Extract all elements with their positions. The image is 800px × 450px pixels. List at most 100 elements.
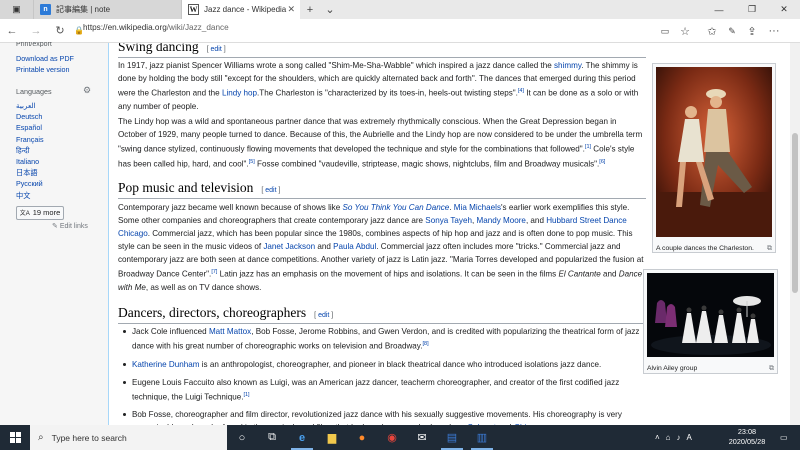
address-bar[interactable]: https://en.wikipedia.org/wiki/Jazz_dance <box>83 23 229 32</box>
gear-icon[interactable]: ⚙ <box>83 85 91 96</box>
lang-link-hindi[interactable]: हिन्दी <box>16 145 108 156</box>
mail-icon[interactable]: ✉ <box>407 425 437 450</box>
article-link[interactable]: Mandy Moore <box>476 216 525 225</box>
url-path: /wiki/Jazz_dance <box>166 23 229 32</box>
taskbar-search-box[interactable]: ⌕ Type here to search <box>30 425 227 450</box>
taskbar-clock[interactable]: 23:08 2020/05/28 <box>723 427 771 447</box>
citation-link[interactable]: [8] <box>423 341 429 347</box>
lang-link-chinese[interactable]: 中文 <box>16 190 108 201</box>
lang-link-arabic[interactable]: العربية <box>16 100 108 111</box>
edge-icon[interactable]: e <box>287 425 317 450</box>
vertical-scrollbar[interactable] <box>790 43 800 425</box>
list-item: Eugene Louis Faccuito also known as Luig… <box>118 376 646 404</box>
enlarge-icon[interactable]: ⧉ <box>769 365 774 373</box>
chrome-icon[interactable]: ◉ <box>377 425 407 450</box>
tab-switcher-button[interactable]: ▣ <box>0 0 34 19</box>
charleston-photo[interactable] <box>656 67 772 237</box>
article-link[interactable]: Matt Mattox <box>209 327 251 336</box>
download-pdf-link[interactable]: Download as PDF <box>16 53 108 64</box>
firefox-icon[interactable]: ● <box>347 425 377 450</box>
tab-wikipedia[interactable]: W Jazz dance - Wikipedia ✕ <box>182 0 300 19</box>
text-run: Fosse combined "vaudeville, striptease, … <box>254 159 600 169</box>
citation-link[interactable]: [1] <box>243 392 249 398</box>
paragraph: Contemporary jazz became well known beca… <box>118 201 646 294</box>
favorites-icon[interactable]: ✩ <box>702 19 722 43</box>
tab-list-chevron-icon[interactable]: ⌄ <box>320 0 340 19</box>
enlarge-icon[interactable]: ⧉ <box>767 245 772 253</box>
edit-links-label: Edit links <box>59 222 88 230</box>
input-language-indicator[interactable]: A <box>687 433 692 442</box>
lang-link-german[interactable]: Deutsch <box>16 111 108 122</box>
refresh-icon[interactable]: ↻ <box>48 19 72 43</box>
favorite-star-icon[interactable]: ☆ <box>675 19 695 43</box>
thumbnail-alvin-ailey: Alvin Ailey group ⧉ <box>643 269 778 374</box>
edit-link[interactable]: edit <box>265 187 276 194</box>
text-run: , as well as on TV dance shows. <box>145 282 262 292</box>
minimize-button[interactable]: — <box>705 0 733 19</box>
new-tab-button[interactable]: + <box>300 0 320 19</box>
file-explorer-icon[interactable]: ▆ <box>317 425 347 450</box>
text-run: In 1917, jazz pianist Spencer Williams w… <box>118 61 554 70</box>
lang-link-russian[interactable]: Русский <box>16 178 108 189</box>
text-run: , and <box>525 216 547 225</box>
more-menu-icon[interactable]: ··· <box>764 19 784 43</box>
close-window-button[interactable]: ✕ <box>770 0 798 19</box>
lang-link-japanese[interactable]: 日本語 <box>16 167 108 178</box>
network-icon[interactable]: ⌂ <box>666 433 671 442</box>
section-heading-people: Dancers, directors, choreographers [ edit… <box>118 305 646 324</box>
article-link[interactable]: Katherine Dunham <box>132 360 200 369</box>
edit-link[interactable]: edit <box>211 46 222 53</box>
citation-link[interactable]: [6] <box>599 159 605 165</box>
section-title: Dancers, directors, choreographers <box>118 305 307 320</box>
edit-links-link[interactable]: ✎ Edit links <box>52 222 108 230</box>
close-tab-icon[interactable]: ✕ <box>287 4 295 15</box>
section-heading-swing: Swing dancing [ edit ] <box>118 43 646 58</box>
back-arrow-icon[interactable]: ← <box>0 19 24 43</box>
text-run: .The Charleston is "characterized by its… <box>257 88 518 98</box>
section-title: Swing dancing <box>118 43 199 54</box>
section-edit: [ edit ] <box>314 312 334 319</box>
clock-date: 2020/05/28 <box>728 437 766 446</box>
url-host: https://en.wikipedia.org <box>83 23 167 32</box>
reading-view-icon[interactable]: ▭ <box>655 19 675 43</box>
forward-arrow-icon[interactable]: → <box>24 19 48 43</box>
more-languages-button[interactable]: 文A 19 more <box>16 205 64 220</box>
article-link[interactable]: So You Think You Can Dance <box>342 203 449 212</box>
section-title: Pop music and television <box>118 180 254 195</box>
list-item: Bob Fosse, choreographer and film direct… <box>118 408 646 425</box>
article-link[interactable]: Paula Abdul <box>333 242 376 251</box>
wikipedia-icon: W <box>188 4 199 15</box>
volume-icon[interactable]: ♪ <box>677 433 681 442</box>
article-link[interactable]: Mia Michaels <box>454 203 501 212</box>
pen-icon[interactable]: ✎ <box>722 19 742 43</box>
start-button[interactable] <box>0 425 30 450</box>
text-run: and <box>600 269 619 279</box>
article-link[interactable]: Janet Jackson <box>263 242 315 251</box>
alvin-ailey-photo[interactable] <box>647 273 774 357</box>
caption-text: A couple dances the Charleston. <box>656 245 754 252</box>
article-link[interactable]: shimmy <box>554 61 581 70</box>
scrollbar-thumb[interactable] <box>792 133 798 293</box>
share-icon[interactable]: ⇪ <box>742 19 762 43</box>
article-link[interactable]: Sonya Tayeh <box>425 216 472 225</box>
languages-heading-label: Languages <box>16 87 52 96</box>
maximize-button[interactable]: ❐ <box>738 0 766 19</box>
lang-link-spanish[interactable]: Español <box>16 122 108 133</box>
edit-link[interactable]: edit <box>318 312 329 319</box>
text-run: is an anthropologist, choreographer, and… <box>199 359 602 369</box>
task-view-icon[interactable]: ⧉ <box>257 425 287 450</box>
lang-link-italian[interactable]: Italiano <box>16 156 108 167</box>
tray-chevron-icon[interactable]: ˄ <box>655 433 660 442</box>
lang-link-french[interactable]: Français <box>16 134 108 145</box>
cortana-icon[interactable]: ○ <box>227 425 257 450</box>
article-link[interactable]: Lindy hop <box>222 89 257 98</box>
print-export-heading: Print/export <box>16 42 52 47</box>
word-icon[interactable]: ▤ <box>437 425 467 450</box>
document-icon[interactable]: ▥ <box>467 425 497 450</box>
text-run: Latin jazz has an emphasis on the moveme… <box>217 269 559 279</box>
tab-note[interactable]: n 記事編集 | note <box>34 0 182 19</box>
text-run: Jack Cole influenced <box>132 327 209 336</box>
paragraph: The Lindy hop was a wild and spontaneous… <box>118 115 646 170</box>
notifications-icon[interactable]: ▭ <box>780 425 788 450</box>
printable-version-link[interactable]: Printable version <box>16 64 108 75</box>
